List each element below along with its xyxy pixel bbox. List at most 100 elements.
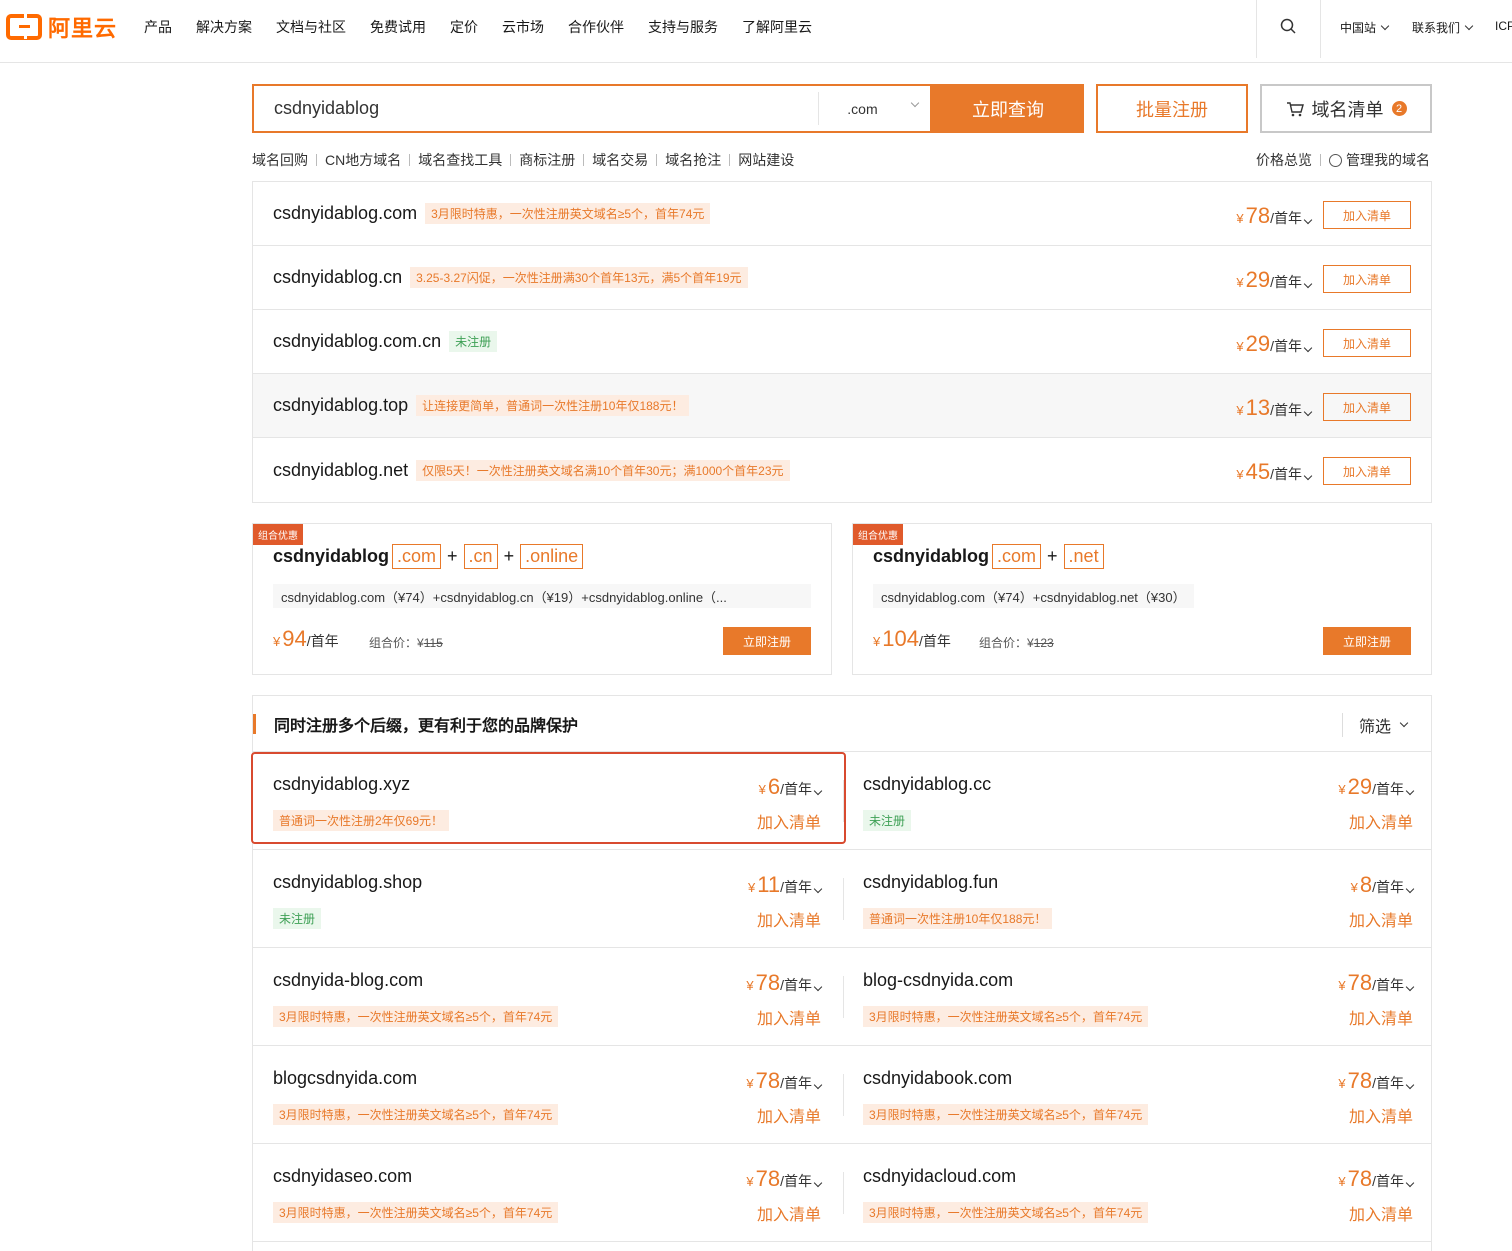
sublink-snap[interactable]: 域名抢注 bbox=[665, 150, 721, 170]
price-selector[interactable]: ¥78/首年 bbox=[746, 970, 823, 996]
add-to-list-link[interactable]: 加入清单 bbox=[1349, 907, 1413, 931]
manage-domains-link[interactable]: 管理我的域名 bbox=[1346, 150, 1430, 170]
price-selector[interactable]: ¥45/首年 bbox=[1236, 459, 1313, 485]
add-to-list-button[interactable]: 加入清单 bbox=[1323, 265, 1411, 293]
nav-item-free-trial[interactable]: 免费试用 bbox=[370, 17, 426, 37]
price-value: 78 bbox=[1347, 1068, 1373, 1093]
suffix-select[interactable]: .com bbox=[818, 92, 930, 125]
price-selector[interactable]: ¥78/首年 bbox=[746, 1166, 823, 1192]
domain-name: csdnyidacloud.com bbox=[863, 1166, 1017, 1186]
suffix-cell: csdnyidablog.xyz 普通词一次性注册2年仅69元！ ¥6/首年 加入清单 bbox=[253, 752, 843, 849]
sublink-finder[interactable]: 域名查找工具 bbox=[418, 150, 502, 170]
price-selector[interactable]: ¥78/首年 bbox=[746, 1068, 823, 1094]
add-to-list-link[interactable]: 加入清单 bbox=[757, 907, 821, 931]
nav-item-about[interactable]: 了解阿里云 bbox=[742, 17, 812, 37]
price-selector[interactable]: ¥29/首年 bbox=[1338, 774, 1415, 800]
search-icon[interactable] bbox=[1280, 18, 1296, 34]
price-selector[interactable]: ¥78/首年 bbox=[1338, 1166, 1415, 1192]
price-value: 45 bbox=[1245, 459, 1271, 484]
chevron-down-icon bbox=[1405, 884, 1415, 894]
price-selector[interactable]: ¥8/首年 bbox=[1351, 872, 1415, 898]
chevron-down-icon bbox=[1399, 718, 1409, 728]
price-overview-link[interactable]: 价格总览 bbox=[1256, 150, 1312, 170]
status-tag: 未注册 bbox=[449, 331, 498, 352]
promo-tag: 3月限时特惠，一次性注册英文域名≥5个，首年74元 bbox=[425, 203, 711, 224]
icp-link[interactable]: ICP bbox=[1495, 19, 1512, 33]
add-to-list-link[interactable]: 加入清单 bbox=[1349, 1005, 1413, 1029]
add-to-list-link[interactable]: 加入清单 bbox=[757, 809, 821, 833]
suffix-row: blogcsdnyida.com 3月限时特惠，一次性注册英文域名≥5个，首年74… bbox=[253, 1046, 1431, 1144]
domain-list-button[interactable]: 域名清单 2 bbox=[1260, 84, 1432, 133]
price-selector[interactable]: ¥13/首年 bbox=[1236, 395, 1313, 421]
site-selector[interactable]: 中国站 bbox=[1340, 19, 1390, 36]
add-to-list-link[interactable]: 加入清单 bbox=[1349, 1201, 1413, 1225]
domain-search-input[interactable] bbox=[254, 86, 819, 131]
suffix-cell: csdnyidacloud.com 3月限时特惠，一次性注册英文域名≥5个，首年7… bbox=[843, 1144, 1433, 1241]
suffix-row: csdnyidablog.shop 未注册 ¥11/首年 加入清单 csdnyidabl… bbox=[253, 850, 1431, 948]
price-selector[interactable]: ¥78/首年 bbox=[1338, 970, 1415, 996]
nav-item-marketplace[interactable]: 云市场 bbox=[502, 17, 544, 37]
add-to-list-button[interactable]: 加入清单 bbox=[1323, 457, 1411, 485]
price-value: 78 bbox=[1245, 203, 1271, 228]
price-value: 78 bbox=[1347, 970, 1373, 995]
nav-item-products[interactable]: 产品 bbox=[144, 17, 172, 37]
sublink-trade[interactable]: 域名交易 bbox=[592, 150, 648, 170]
sublink-trademark[interactable]: 商标注册 bbox=[519, 150, 575, 170]
add-to-list-link[interactable]: 加入清单 bbox=[757, 1005, 821, 1029]
add-to-list-button[interactable]: 加入清单 bbox=[1323, 201, 1411, 229]
sublink-website[interactable]: 网站建设 bbox=[738, 150, 794, 170]
price-selector[interactable]: ¥29/首年 bbox=[1236, 331, 1313, 357]
price-selector[interactable]: ¥29/首年 bbox=[1236, 267, 1313, 293]
nav-item-support[interactable]: 支持与服务 bbox=[648, 17, 718, 37]
add-to-list-button[interactable]: 加入清单 bbox=[1323, 329, 1411, 357]
filter-dropdown[interactable]: 筛选 bbox=[1341, 713, 1409, 737]
price-selector[interactable]: ¥78/首年 bbox=[1338, 1068, 1415, 1094]
price-selector[interactable]: ¥78/首年 bbox=[1236, 203, 1313, 229]
nav-item-partners[interactable]: 合作伙伴 bbox=[568, 17, 624, 37]
icp-label: ICP bbox=[1495, 19, 1512, 33]
chevron-down-icon bbox=[1405, 982, 1415, 992]
domain-name: csdnyidaseo.com bbox=[273, 1166, 413, 1186]
contact-menu[interactable]: 联系我们 bbox=[1412, 19, 1474, 36]
price-selector[interactable]: ¥11/首年 bbox=[748, 872, 823, 898]
chevron-down-icon bbox=[813, 1178, 823, 1188]
result-row: csdnyidablog.com 3月限时特惠，一次性注册英文域名≥5个，首年7… bbox=[253, 182, 1431, 246]
register-now-button[interactable]: 立即注册 bbox=[723, 627, 811, 655]
top-nav: 阿里云 产品 解决方案 文档与社区 免费试用 定价 云市场 合作伙伴 支持与服务… bbox=[0, 0, 1512, 63]
logo-text: 阿里云 bbox=[48, 16, 118, 41]
suffix-cell: csdnyidablog.cc 未注册 ¥29/首年 加入清单 bbox=[843, 752, 1433, 849]
price-value: 78 bbox=[1347, 1166, 1373, 1191]
batch-register-button[interactable]: 批量注册 bbox=[1096, 84, 1248, 133]
nav-item-pricing[interactable]: 定价 bbox=[450, 17, 478, 37]
sublink-cn-local[interactable]: CN地方域名 bbox=[325, 150, 401, 170]
result-row: csdnyidablog.top 让连接更简单，普通词一次性注册10年仅188元… bbox=[253, 374, 1431, 438]
add-to-list-button[interactable]: 加入清单 bbox=[1323, 393, 1411, 421]
price-selector[interactable]: ¥6/首年 bbox=[759, 774, 823, 800]
suffix-cell: blog-csdnyida.com 3月限时特惠，一次性注册英文域名≥5个，首年7… bbox=[843, 948, 1433, 1045]
query-button[interactable]: 立即查询 bbox=[932, 84, 1084, 133]
result-row: csdnyidablog.net 仅限5天！一次性注册英文域名满10个首年30元… bbox=[253, 438, 1431, 502]
domain-name: csdnyidablog.top bbox=[273, 395, 409, 415]
suffix-grid: csdnyidablog.xyz 普通词一次性注册2年仅69元！ ¥6/首年 加入清单… bbox=[253, 752, 1431, 1242]
add-to-list-link[interactable]: 加入清单 bbox=[1349, 809, 1413, 833]
add-to-list-link[interactable]: 加入清单 bbox=[757, 1103, 821, 1127]
combo-card: 组合优惠 csdnyidablog .com + .cn + .online csd… bbox=[252, 523, 832, 675]
nav-item-solutions[interactable]: 解决方案 bbox=[196, 17, 252, 37]
aliyun-logo[interactable]: 阿里云 bbox=[6, 13, 117, 41]
site-label: 中国站 bbox=[1340, 21, 1377, 35]
result-list: csdnyidablog.com 3月限时特惠，一次性注册英文域名≥5个，首年7… bbox=[252, 181, 1432, 503]
price-value: 8 bbox=[1359, 872, 1373, 897]
register-now-button[interactable]: 立即注册 bbox=[1323, 627, 1411, 655]
add-to-list-link[interactable]: 加入清单 bbox=[757, 1201, 821, 1225]
combo-badge: 组合优惠 bbox=[253, 524, 303, 545]
domain-search-box: .com bbox=[252, 84, 932, 133]
promo-tag: 普通词一次性注册10年仅188元！ bbox=[863, 908, 1053, 929]
price-value: 29 bbox=[1245, 331, 1271, 356]
sublink-buyback[interactable]: 域名回购 bbox=[252, 150, 308, 170]
add-to-list-link[interactable]: 加入清单 bbox=[1349, 1103, 1413, 1127]
nav-item-docs[interactable]: 文档与社区 bbox=[276, 17, 346, 37]
price-value: 29 bbox=[1245, 267, 1271, 292]
promo-tag: 3月限时特惠，一次性注册英文域名≥5个，首年74元 bbox=[863, 1104, 1149, 1125]
ext-cn: .cn bbox=[463, 544, 498, 569]
chevron-down-icon bbox=[1303, 343, 1313, 353]
